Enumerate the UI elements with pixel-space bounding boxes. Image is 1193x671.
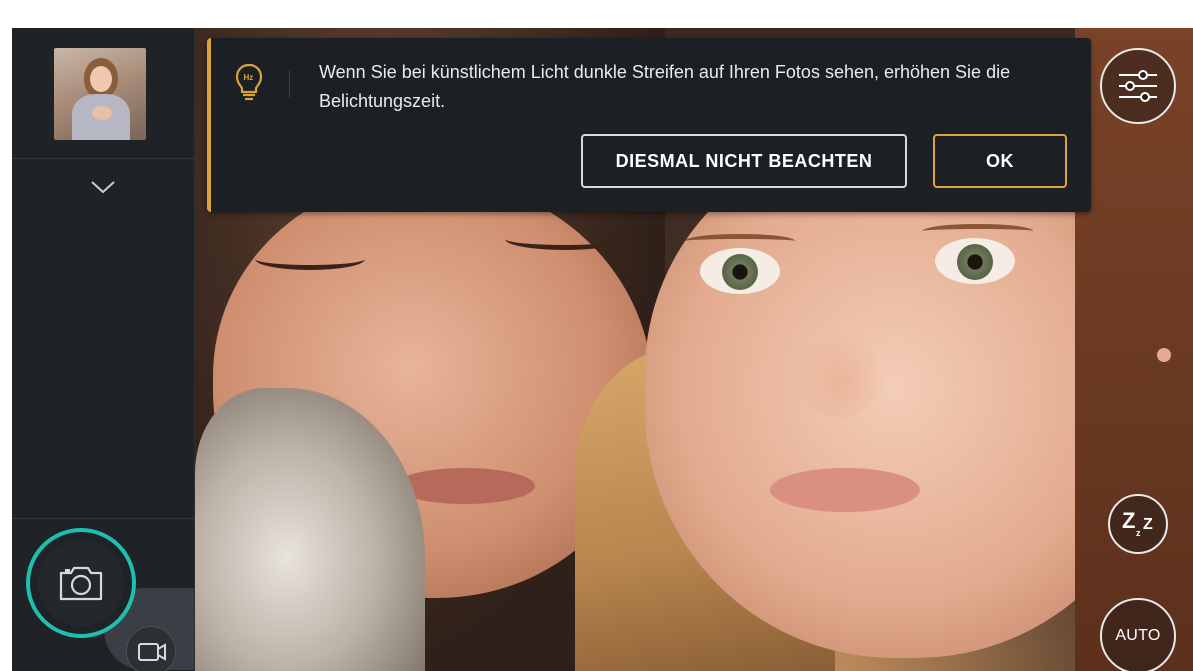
sleep-icon-z-small: z xyxy=(1136,528,1141,538)
auto-mode-button[interactable]: AUTO xyxy=(1100,598,1176,671)
sliders-icon xyxy=(1119,70,1157,102)
preview-eyebrow xyxy=(923,224,1033,238)
sleep-icon-z-medium: Z xyxy=(1143,516,1153,533)
shutter-button[interactable] xyxy=(26,528,136,638)
camera-icon xyxy=(59,566,103,601)
chevron-down-icon[interactable] xyxy=(88,176,118,198)
preview-lips xyxy=(770,468,920,512)
sleep-button[interactable]: Z z Z xyxy=(1108,494,1168,554)
lightbulb-icon: Hz xyxy=(235,63,263,101)
sidebar-divider xyxy=(12,518,195,519)
preview-eyebrow xyxy=(685,234,795,248)
preview-eye xyxy=(700,248,780,294)
auto-label: AUTO xyxy=(1115,627,1161,644)
preview-nose xyxy=(795,328,885,418)
preview-closed-eye xyxy=(255,248,365,270)
last-photo-thumbnail[interactable] xyxy=(54,48,146,140)
hint-banner: Hz Wenn Sie bei künstlichem Licht dunkle… xyxy=(207,38,1091,212)
ignore-button[interactable]: DIESMAL NICHT BEACHTEN xyxy=(581,134,907,188)
svg-text:Hz: Hz xyxy=(244,73,254,82)
settings-button[interactable] xyxy=(1100,48,1176,124)
sidebar xyxy=(12,28,195,671)
sidebar-divider xyxy=(12,158,195,159)
banner-divider xyxy=(289,70,290,98)
video-camera-icon xyxy=(138,643,166,661)
sleep-icon-z-large: Z xyxy=(1122,508,1136,533)
camera-app: Hz Wenn Sie bei künstlichem Licht dunkle… xyxy=(12,28,1193,671)
video-mode-button[interactable] xyxy=(126,626,176,671)
preview-hair-right xyxy=(1075,28,1193,671)
preview-earring xyxy=(1157,348,1171,362)
ok-button[interactable]: OK xyxy=(933,134,1067,188)
hint-message: Wenn Sie bei künstlichem Licht dunkle St… xyxy=(319,62,1011,111)
preview-eye xyxy=(935,238,1015,284)
preview-closed-eye xyxy=(505,228,625,250)
